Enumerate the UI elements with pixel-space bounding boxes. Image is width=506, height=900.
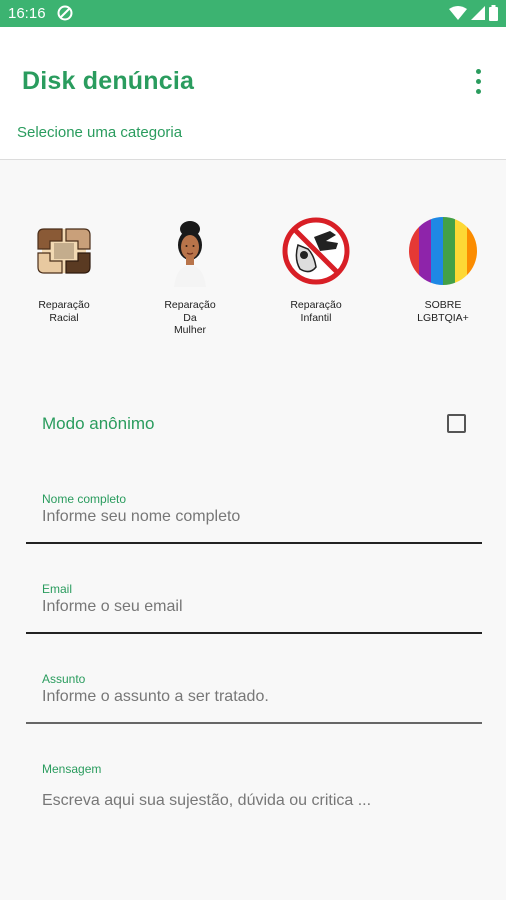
subject-field: Assunto: [26, 672, 482, 726]
overflow-menu-icon[interactable]: [466, 67, 490, 95]
child-protection-icon: [282, 217, 350, 285]
battery-icon: [489, 5, 498, 21]
data-saver-icon: [57, 5, 73, 21]
category-prompt: Selecione uma categoria: [17, 124, 183, 141]
status-bar: 16:16: [0, 0, 506, 27]
category-woman[interactable]: Reparação Da Mulher: [140, 215, 240, 337]
woman-avatar-icon: [174, 221, 206, 287]
status-time: 16:16: [8, 5, 46, 22]
category-child-label: Reparação Infantil: [290, 299, 342, 324]
joined-hands-icon: [37, 228, 91, 274]
category-lgbtqia[interactable]: SOBRE LGBTQIA+: [393, 215, 493, 324]
message-field: Mensagem: [26, 762, 482, 832]
anonymous-mode-row: Modo anônimo: [42, 414, 468, 438]
subject-field-label: Assunto: [42, 672, 86, 686]
subject-input[interactable]: [42, 688, 472, 706]
app-title: Disk denúncia: [22, 67, 195, 95]
anonymous-mode-label: Modo anônimo: [42, 414, 155, 433]
category-list: Reparação Racial Reparação Da Mulher Rep…: [0, 215, 506, 345]
email-field: Email: [26, 582, 482, 636]
message-input[interactable]: [42, 792, 472, 810]
rainbow-flag-icon: [409, 217, 477, 285]
anonymous-mode-checkbox[interactable]: [447, 414, 466, 433]
message-field-label: Mensagem: [42, 762, 102, 776]
wifi-icon: [449, 6, 467, 20]
app-bar: Disk denúncia Selecione uma categoria: [0, 27, 506, 160]
category-woman-label: Reparação Da Mulher: [164, 299, 216, 336]
status-icons: [449, 4, 498, 22]
category-lgbtqia-label: SOBRE LGBTQIA+: [417, 299, 469, 324]
name-field: Nome completo: [26, 492, 482, 546]
category-racial[interactable]: Reparação Racial: [14, 215, 114, 324]
name-field-label: Nome completo: [42, 492, 127, 506]
signal-icon: [471, 6, 485, 20]
name-field-underline: [26, 542, 482, 544]
subject-field-underline: [26, 722, 482, 724]
category-child[interactable]: Reparação Infantil: [266, 215, 366, 324]
category-racial-label: Reparação Racial: [38, 299, 90, 324]
email-field-underline: [26, 632, 482, 634]
email-input[interactable]: [42, 598, 472, 616]
name-input[interactable]: [42, 508, 472, 526]
email-field-label: Email: [42, 582, 73, 596]
